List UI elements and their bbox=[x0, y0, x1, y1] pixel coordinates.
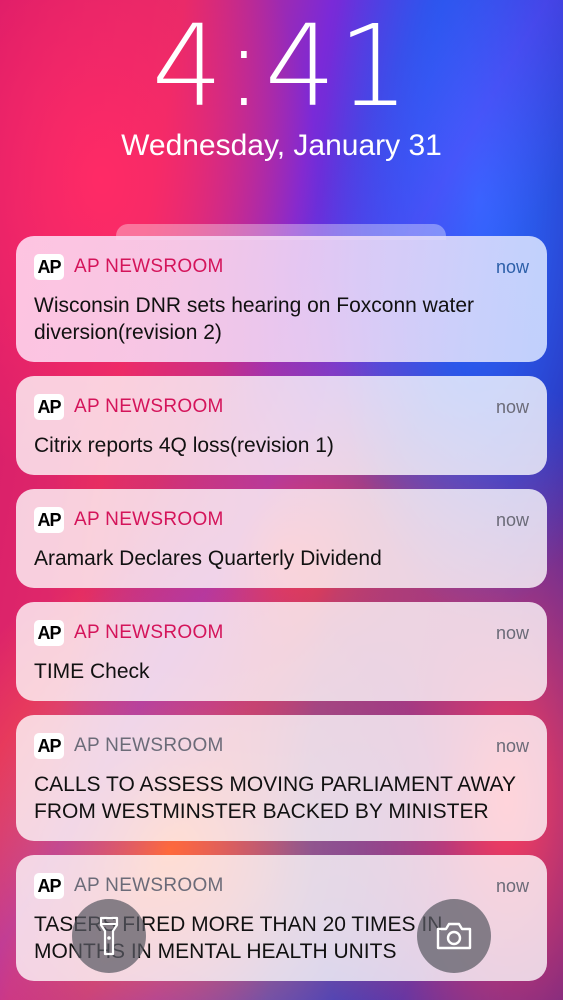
notification-header: AP AP NEWSROOM now bbox=[34, 392, 529, 422]
ap-app-icon: AP bbox=[34, 873, 64, 899]
notification-time: now bbox=[495, 622, 529, 643]
notification-text: Aramark Declares Quarterly Dividend bbox=[34, 547, 382, 570]
lock-clock: 4:41 bbox=[151, 2, 412, 132]
ap-app-icon: AP bbox=[34, 507, 64, 533]
ap-app-icon: AP bbox=[34, 394, 64, 420]
notification-text: Wisconsin DNR sets hearing on Foxconn wa… bbox=[34, 294, 475, 344]
ap-app-icon: AP bbox=[34, 620, 64, 646]
notification-text: TIME Check bbox=[34, 660, 150, 683]
notification-text: CALLS TO ASSESS MOVING PARLIAMENT AWAY F… bbox=[34, 773, 516, 823]
notification-app-name: AP NEWSROOM bbox=[74, 622, 224, 643]
notification-time: now bbox=[495, 875, 529, 896]
notification-header: AP AP NEWSROOM now bbox=[34, 731, 529, 761]
notification-time: now bbox=[495, 509, 529, 530]
ap-app-icon: AP bbox=[34, 733, 64, 759]
notification-time: now bbox=[495, 256, 529, 277]
notification-card[interactable]: AP AP NEWSROOM now TIME Check bbox=[16, 602, 547, 701]
notification-card[interactable]: AP AP NEWSROOM now Aramark Declares Quar… bbox=[16, 489, 547, 588]
notification-card[interactable]: AP AP NEWSROOM now Citrix reports 4Q los… bbox=[16, 376, 547, 475]
notification-header: AP AP NEWSROOM now bbox=[34, 252, 529, 282]
notification-app-name: AP NEWSROOM bbox=[74, 509, 224, 530]
camera-button[interactable] bbox=[417, 899, 491, 973]
notification-time: now bbox=[495, 396, 529, 417]
notification-header: AP AP NEWSROOM now bbox=[34, 505, 529, 535]
notification-app-name: AP NEWSROOM bbox=[74, 735, 224, 756]
notification-app-name: AP NEWSROOM bbox=[74, 875, 224, 896]
camera-icon bbox=[436, 922, 472, 950]
ap-app-icon: AP bbox=[34, 254, 64, 280]
notification-list: AP AP NEWSROOM now Wisconsin DNR sets he… bbox=[16, 236, 547, 995]
lock-date: Wednesday, January 31 bbox=[121, 129, 442, 162]
notification-header: AP AP NEWSROOM now bbox=[34, 618, 529, 648]
notification-time: now bbox=[495, 735, 529, 756]
lock-screen: 4:41 Wednesday, January 31 AP AP NEWSROO… bbox=[0, 0, 563, 1000]
notification-app-name: AP NEWSROOM bbox=[74, 396, 224, 417]
notification-card[interactable]: AP AP NEWSROOM now Wisconsin DNR sets he… bbox=[16, 236, 547, 362]
flashlight-button[interactable] bbox=[72, 899, 146, 973]
notification-header: AP AP NEWSROOM now bbox=[34, 871, 529, 901]
flashlight-icon bbox=[99, 916, 119, 956]
notification-app-name: AP NEWSROOM bbox=[74, 256, 224, 277]
notification-card[interactable]: AP AP NEWSROOM now CALLS TO ASSESS MOVIN… bbox=[16, 715, 547, 841]
notification-text: Citrix reports 4Q loss(revision 1) bbox=[34, 434, 334, 457]
